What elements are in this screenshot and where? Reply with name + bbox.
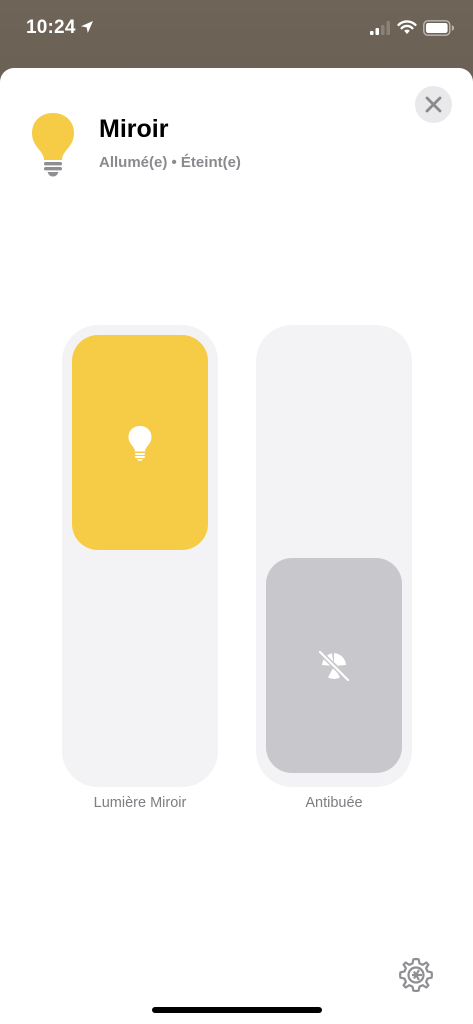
light-brightness-slider[interactable] [62,325,218,787]
lightbulb-icon [32,113,74,177]
defog-slider-label: Antibuée [305,795,363,811]
close-button[interactable] [415,86,452,123]
cellular-signal-icon [370,21,390,35]
status-time: 10:24 [26,17,76,38]
defog-off-icon [317,649,351,682]
lightbulb-icon [128,425,152,461]
defog-toggle-tile[interactable] [266,558,402,773]
defog-switch-slider[interactable] [256,325,412,787]
close-icon [425,96,442,113]
status-bar: 10:24 [0,0,473,60]
accessory-detail-sheet: Miroir Allumé(e) • Éteint(e) Lumière Mir… [0,68,473,1024]
light-slider-label: Lumière Miroir [93,795,187,811]
home-indicator[interactable] [152,1007,322,1013]
location-arrow-icon [81,21,93,33]
light-toggle-tile[interactable] [72,335,208,550]
gear-icon[interactable] [397,956,435,994]
accessory-name: Miroir [99,115,169,143]
accessory-status: Allumé(e) • Éteint(e) [99,154,241,171]
wifi-icon [397,20,417,34]
battery-icon [423,20,454,36]
